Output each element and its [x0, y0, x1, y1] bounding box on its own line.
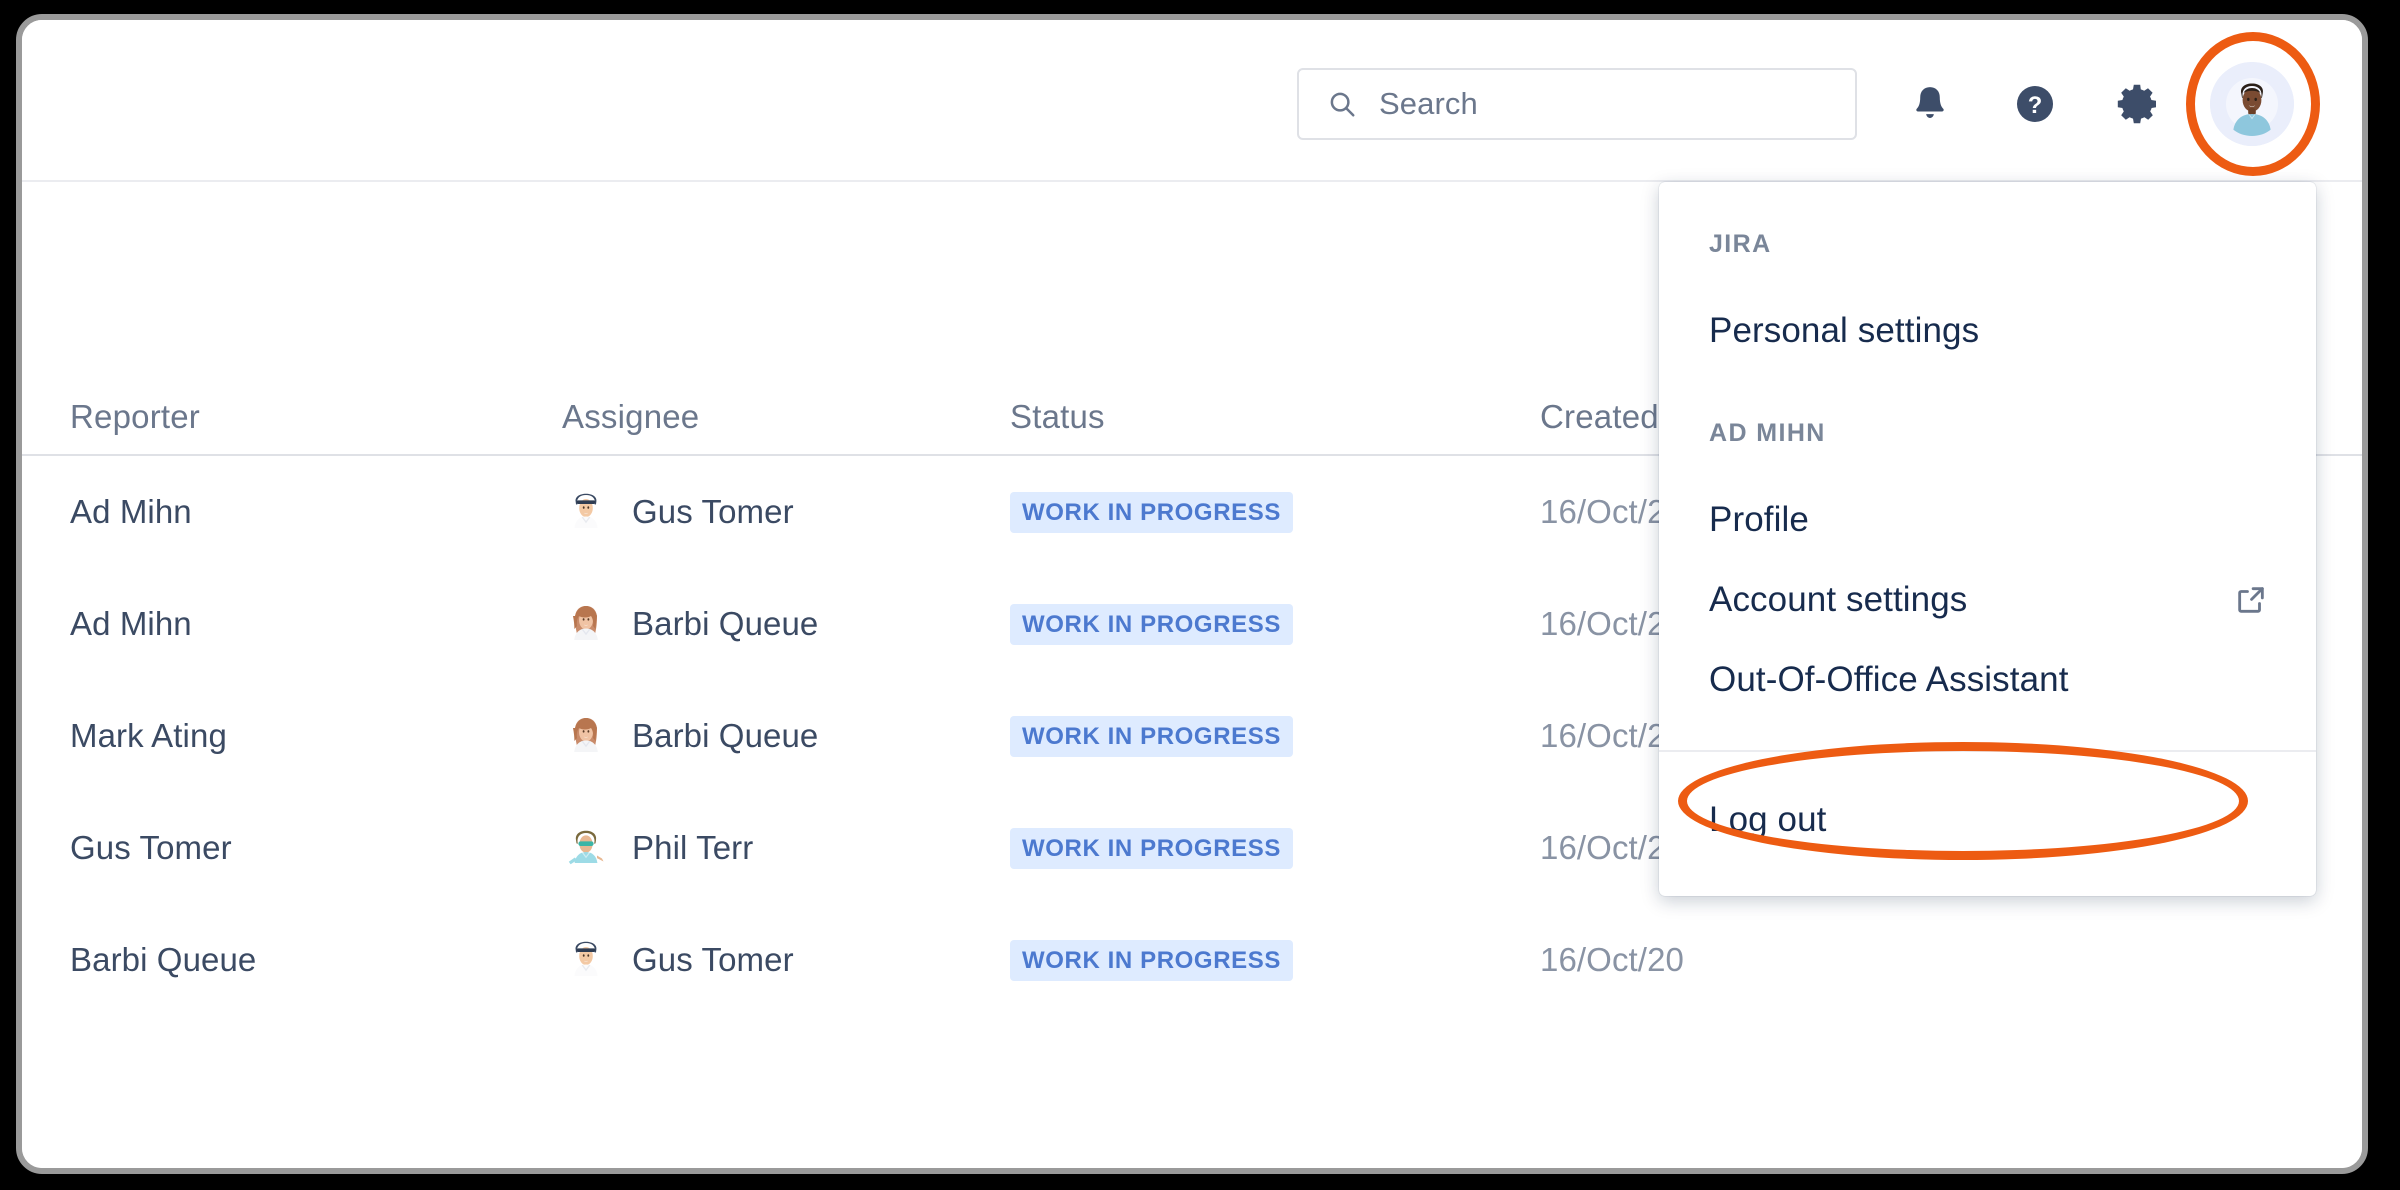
status-badge: WORK IN PROGRESS: [1010, 939, 1293, 981]
dropdown-divider: [1659, 750, 2316, 752]
avatar-gus-icon: [574, 493, 598, 528]
dropdown-spacer: [1659, 271, 2316, 291]
cell-status: WORK IN PROGRESS: [1010, 491, 1540, 533]
status-badge: WORK IN PROGRESS: [1010, 491, 1293, 533]
cell-assignee: Barbi Queue: [562, 712, 1010, 760]
menu-item-out-of-office-assistant[interactable]: Out-Of-Office Assistant: [1659, 640, 2316, 720]
cell-reporter: Ad Mihn: [70, 493, 562, 531]
profile-dropdown-menu: JIRA Personal settings AD MIHN Profile A…: [1659, 182, 2316, 896]
assignee-name: Barbi Queue: [632, 717, 819, 754]
cell-assignee: Gus Tomer: [562, 488, 1010, 536]
cell-created: 16/Oct/20: [1540, 941, 1940, 979]
avatar-barbi-icon: [573, 718, 598, 752]
jira-app-surface: Search ? Reporter Assignee Status Create…: [22, 20, 2362, 1168]
help-icon: ?: [2016, 85, 2054, 123]
notifications-button[interactable]: [1894, 68, 1966, 140]
dropdown-spacer: [1659, 371, 2316, 405]
browser-window: Search ? Reporter Assignee Status Create…: [16, 14, 2368, 1174]
created-date: 16/Oct/20: [1540, 941, 1684, 978]
menu-item-personal-settings[interactable]: Personal settings: [1659, 291, 2316, 371]
out-of-office-label: Out-Of-Office Assistant: [1709, 660, 2069, 699]
menu-item-profile[interactable]: Profile: [1659, 480, 2316, 560]
avatar-phil-icon: [568, 830, 604, 865]
menu-item-log-out[interactable]: Log out: [1659, 780, 2316, 860]
assignee-name: Phil Terr: [632, 829, 754, 866]
reporter-name: Gus Tomer: [70, 829, 232, 866]
notifications-icon: [1916, 87, 1944, 118]
reporter-header-label: Reporter: [70, 398, 200, 435]
reporter-name: Ad Mihn: [70, 605, 192, 642]
svg-text:?: ?: [2028, 92, 2043, 119]
column-header-status[interactable]: Status: [1010, 398, 1540, 436]
status-badge: WORK IN PROGRESS: [1010, 827, 1293, 869]
avatar-icon: [2210, 62, 2294, 146]
search-input[interactable]: Search: [1297, 68, 1857, 140]
cell-assignee: Gus Tomer: [562, 936, 1010, 984]
external-link-icon: [2238, 587, 2264, 613]
personal-settings-label: Personal settings: [1709, 311, 1980, 350]
log-out-label: Log out: [1709, 800, 1827, 839]
dropdown-section-jira: JIRA: [1709, 230, 1772, 258]
status-badge: WORK IN PROGRESS: [1010, 715, 1293, 757]
cell-reporter: Barbi Queue: [70, 941, 562, 979]
reporter-name: Mark Ating: [70, 717, 227, 754]
profile-label: Profile: [1709, 500, 1809, 539]
assignee-name: Gus Tomer: [632, 941, 794, 978]
profile-avatar-button[interactable]: [2210, 62, 2294, 146]
cell-reporter: Ad Mihn: [70, 605, 562, 643]
column-header-assignee[interactable]: Assignee: [562, 398, 1010, 436]
assignee-name: Gus Tomer: [632, 493, 794, 530]
avatar-barbi-icon: [573, 606, 598, 640]
dropdown-section-user: AD MIHN: [1709, 419, 1826, 447]
top-navigation-bar: Search ?: [22, 20, 2362, 182]
created-header-label: Created: [1540, 398, 1659, 435]
cell-status: WORK IN PROGRESS: [1010, 715, 1540, 757]
settings-button[interactable]: [2104, 68, 2176, 140]
cell-assignee: Barbi Queue: [562, 600, 1010, 648]
status-badge: WORK IN PROGRESS: [1010, 603, 1293, 645]
assignee-name: Barbi Queue: [632, 605, 819, 642]
search-icon: [1330, 92, 1355, 117]
search-placeholder: Search: [1379, 86, 1478, 121]
cell-reporter: Mark Ating: [70, 717, 562, 755]
reporter-name: Ad Mihn: [70, 493, 192, 530]
cell-status: WORK IN PROGRESS: [1010, 939, 1540, 981]
reporter-name: Barbi Queue: [70, 941, 257, 978]
settings-gear-icon: [2117, 84, 2157, 124]
cell-assignee: Phil Terr: [562, 824, 1010, 872]
help-button[interactable]: ?: [1999, 68, 2071, 140]
cell-status: WORK IN PROGRESS: [1010, 603, 1540, 645]
status-header-label: Status: [1010, 398, 1105, 435]
table-row[interactable]: Barbi Queue Gus Tomer WORK IN PROGRESS 16/O…: [22, 904, 2362, 1016]
column-header-reporter[interactable]: Reporter: [70, 398, 562, 436]
cell-status: WORK IN PROGRESS: [1010, 827, 1540, 869]
cell-reporter: Gus Tomer: [70, 829, 562, 867]
avatar-gus-icon: [574, 941, 598, 976]
dropdown-spacer: [1659, 460, 2316, 480]
menu-item-account-settings[interactable]: Account settings: [1659, 560, 2316, 640]
assignee-header-label: Assignee: [562, 398, 700, 435]
account-settings-label: Account settings: [1709, 580, 1968, 619]
